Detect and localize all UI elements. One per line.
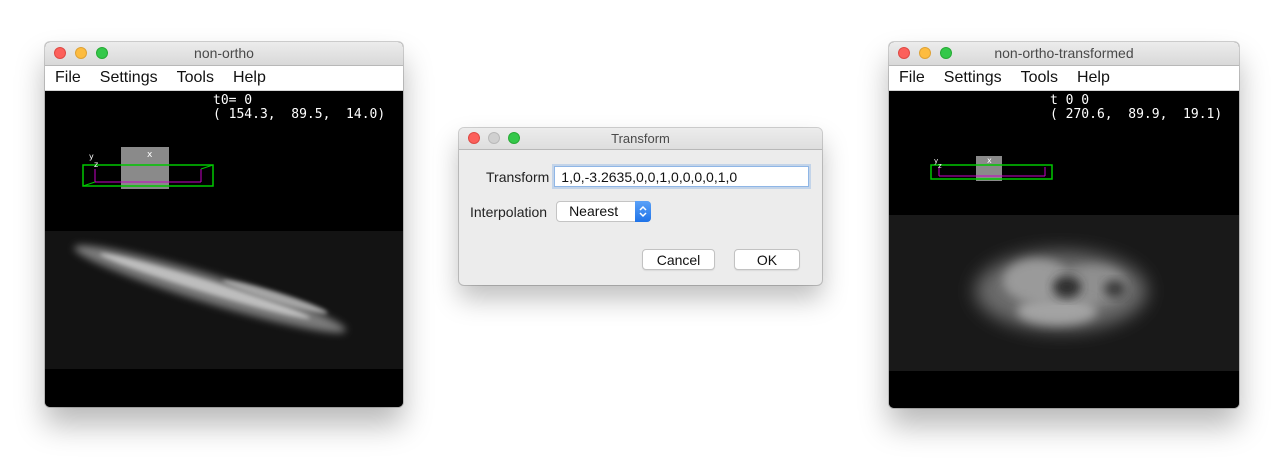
zoom-button[interactable] [940,47,952,59]
axis-x-label: x [147,150,153,160]
window-title: non-ortho [194,45,254,61]
menu-tools[interactable]: Tools [1021,69,1058,87]
transform-input[interactable] [554,166,810,187]
minimize-button [488,132,500,144]
image-slice[interactable] [45,231,403,369]
coordinate-readout: ( 270.6, 89.9, 19.1) [1050,107,1223,122]
close-button[interactable] [898,47,910,59]
transform-label: Transform [486,168,550,185]
bounding-box-overview[interactable]: x y z [929,155,1055,183]
minimize-button[interactable] [919,47,931,59]
dialog-title: Transform [611,131,670,146]
interpolation-label: Interpolation [470,203,548,220]
close-button[interactable] [54,47,66,59]
dialog-titlebar[interactable]: Transform [459,128,822,150]
menu-bar: File Settings Tools Help [45,66,403,91]
non-ortho-window: non-ortho File Settings Tools Help t0= 0… [45,42,403,407]
menu-help[interactable]: Help [1077,69,1110,87]
axis-z-label: z [938,162,942,170]
menu-file[interactable]: File [55,69,81,87]
axis-x-label: x [987,156,992,165]
menu-file[interactable]: File [899,69,925,87]
transform-dialog: Transform Transform Interpolation Neares… [459,128,822,285]
time-readout: t0= 0 [213,93,253,108]
coordinate-readout: ( 154.3, 89.5, 14.0) [213,107,386,122]
interpolation-select[interactable]: Nearest [556,201,652,222]
chevron-updown-icon [635,201,652,222]
menu-help[interactable]: Help [233,69,266,87]
overview-slice-rect [121,147,169,189]
image-canvas[interactable]: t 0 0 ( 270.6, 89.9, 19.1) x y z [889,91,1239,408]
zoom-button[interactable] [508,132,520,144]
menu-settings[interactable]: Settings [100,69,158,87]
image-canvas[interactable]: t0= 0 ( 154.3, 89.5, 14.0) x y z [45,91,403,407]
window-titlebar[interactable]: non-ortho [45,42,403,66]
menu-tools[interactable]: Tools [177,69,214,87]
menu-bar: File Settings Tools Help [889,66,1239,91]
menu-settings[interactable]: Settings [944,69,1002,87]
close-button[interactable] [468,132,480,144]
bounding-box-overview[interactable]: x y z [81,145,215,191]
time-readout: t 0 0 [1050,93,1090,108]
window-titlebar[interactable]: non-ortho-transformed [889,42,1239,66]
image-slice[interactable] [889,215,1239,371]
ok-button[interactable]: OK [734,249,800,270]
window-title: non-ortho-transformed [994,45,1134,61]
axis-z-label: z [94,160,98,169]
cancel-button[interactable]: Cancel [642,249,715,270]
non-ortho-transformed-window: non-ortho-transformed File Settings Tool… [889,42,1239,408]
interpolation-selected-value: Nearest [569,203,619,219]
zoom-button[interactable] [96,47,108,59]
minimize-button[interactable] [75,47,87,59]
